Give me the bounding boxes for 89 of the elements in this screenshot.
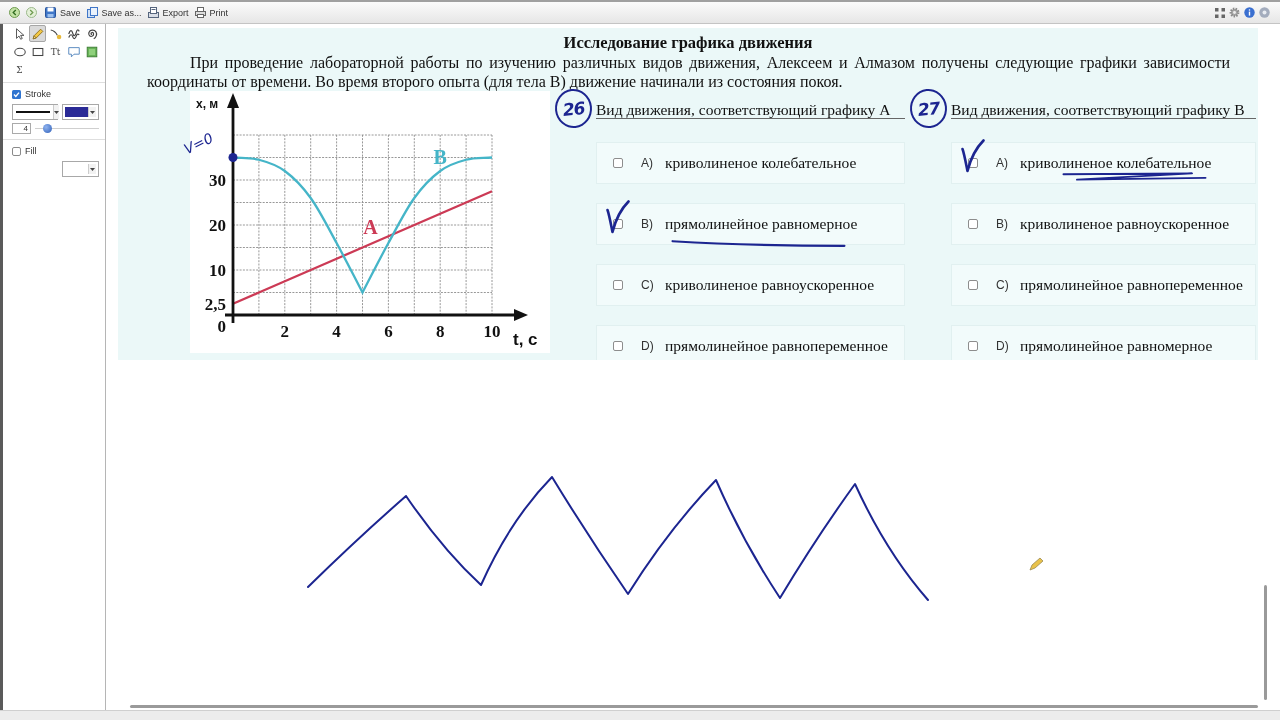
option-text: прямолинейное равномерное <box>1020 337 1213 355</box>
option-letter: D) <box>641 339 654 353</box>
checkbox[interactable] <box>613 280 623 290</box>
axis-tick-label: 10 <box>483 322 501 341</box>
option-text: прямолинейное равнопеременное <box>1020 276 1243 294</box>
option-letter: C) <box>641 278 654 292</box>
option-text: криволиненое равноускоренное <box>665 276 875 294</box>
option-text: прямолинейное равномерное <box>665 215 858 233</box>
option-letter: B) <box>641 217 653 231</box>
right-arrow-icon <box>26 7 37 18</box>
checkbox[interactable] <box>613 158 623 168</box>
checkbox[interactable] <box>613 341 623 351</box>
caret-icon <box>90 110 95 114</box>
tray-icon <box>147 7 159 18</box>
option-letter: D) <box>996 339 1009 353</box>
info-icon[interactable] <box>1244 7 1255 18</box>
checkbox[interactable] <box>968 341 978 351</box>
checkbox-label: Stroke <box>25 89 51 99</box>
fill-color-dropdown[interactable] <box>62 161 99 177</box>
ink-annotation: V=0 <box>181 129 216 158</box>
forward-button[interactable] <box>25 6 38 19</box>
checkbox[interactable] <box>12 146 21 156</box>
speech-bubble-icon <box>66 44 81 59</box>
option-letter: A) <box>641 156 653 170</box>
axis-tick-label: 0 <box>217 317 226 336</box>
option-letter: A) <box>996 156 1008 170</box>
tool-button[interactable]: Tt <box>47 43 64 60</box>
stroke-width-field[interactable]: 4 <box>12 123 31 134</box>
axis-tick-label: 2 <box>280 322 290 341</box>
option-row[interactable]: C) криволиненое равноускоренное <box>596 264 905 306</box>
image-icon <box>84 44 99 59</box>
slider-thumb[interactable] <box>43 124 53 133</box>
option-text: прямолинейное равнопеременное <box>665 337 888 355</box>
axis-tick-label: 10 <box>209 261 226 280</box>
stroke-color-dropdown[interactable] <box>62 104 99 120</box>
option-text: криволиненое колебательное <box>1020 154 1212 172</box>
axis-title: x, м <box>196 97 219 111</box>
checkbox-label: Fill <box>25 146 37 156</box>
option-row[interactable]: C) прямолинейное равнопеременное <box>951 264 1256 306</box>
axis-tick-label: 4 <box>332 322 341 341</box>
checkbox[interactable] <box>968 280 978 290</box>
question-prompt: Вид движения, соответствующий графику А <box>596 101 905 119</box>
option-row[interactable]: B) криволиненое равноускоренное <box>951 203 1256 245</box>
series-label: B <box>433 146 447 168</box>
toolbar-button[interactable]: Print <box>192 6 231 19</box>
documents-icon <box>86 7 98 18</box>
task-title: Исследование графика движения <box>562 34 814 52</box>
option-row[interactable]: D) прямолинейное равнопеременное <box>596 325 905 360</box>
ink-dot-icon <box>228 153 238 162</box>
toolbar-button[interactable]: Export <box>145 6 191 19</box>
gear-icon[interactable] <box>1229 7 1240 18</box>
printer-icon <box>194 7 206 18</box>
option-letter: B) <box>996 217 1008 231</box>
axis-tick-label: 2,5 <box>204 294 226 314</box>
checkbox[interactable] <box>968 158 978 168</box>
pencil-icon <box>30 26 45 41</box>
option-text: криволиненое равноускоренное <box>1020 215 1230 233</box>
pencil-cursor-icon <box>1029 557 1044 571</box>
disc-icon[interactable] <box>1259 7 1270 18</box>
left-arrow-icon <box>9 7 20 18</box>
axis-title: t, с <box>513 330 538 349</box>
vertical-scrollbar[interactable] <box>1264 585 1267 700</box>
option-row[interactable]: A) криволиненое колебательное <box>596 142 905 184</box>
question-prompt: Вид движения, соответствующий графику В <box>951 101 1256 119</box>
question-number: 27 <box>908 87 949 130</box>
series-label: A <box>363 215 378 238</box>
option-row[interactable]: B) прямолинейное равномерное <box>596 203 905 245</box>
tool-button[interactable]: Σ <box>11 61 28 78</box>
axis-tick-label: 30 <box>209 171 226 190</box>
option-text: криволиненое колебательное <box>665 154 857 172</box>
axis-tick-label: 8 <box>435 322 445 341</box>
toolbar-button[interactable]: Save as... <box>84 6 144 19</box>
wave-icon <box>66 26 81 41</box>
caret-icon <box>90 167 95 171</box>
back-button[interactable] <box>8 6 21 19</box>
toolbar-button[interactable]: Save <box>43 6 83 19</box>
option-letter: C) <box>996 278 1009 292</box>
option-row[interactable]: A) криволиненое колебательное <box>951 142 1256 184</box>
caret-icon <box>54 110 59 114</box>
axis-tick-label: 6 <box>384 322 393 341</box>
checkbox[interactable] <box>968 219 978 229</box>
checkbox[interactable] <box>12 89 21 99</box>
line-sample-icon <box>16 111 50 113</box>
horizontal-scrollbar[interactable] <box>130 704 1258 708</box>
axis-tick-label: 20 <box>209 216 226 235</box>
line-style-dropdown[interactable] <box>12 104 58 120</box>
checkbox[interactable] <box>613 219 623 229</box>
option-row[interactable]: D) прямолинейное равномерное <box>951 325 1256 360</box>
expand-icon[interactable] <box>1215 7 1225 18</box>
